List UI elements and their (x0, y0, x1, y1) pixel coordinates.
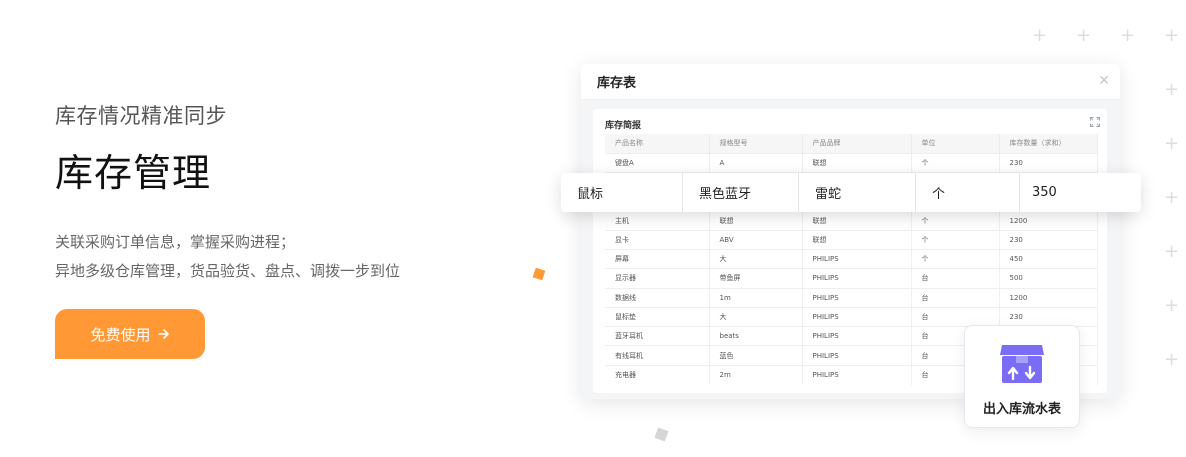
table-cell: PHILIPS (802, 345, 912, 366)
expand-icon[interactable] (1090, 117, 1100, 127)
hero-title: 库存管理 (55, 151, 212, 195)
table-row: 显卡 ABV 联想个 230 (605, 229, 1098, 250)
arrow-right-icon (157, 329, 169, 339)
table-cell: 显卡 (605, 229, 710, 250)
table-cell: 联想 (802, 152, 912, 173)
table-cell: 个 (911, 229, 1000, 250)
stock-flow-label: 出入库流水表 (982, 402, 1061, 417)
table-cell: PHILIPS (802, 287, 912, 308)
table-cell: 大 (709, 306, 803, 327)
highlight-cell-name: 鼠标 (561, 173, 683, 212)
table-cell: 大 (709, 248, 803, 269)
table-cell: 联想 (802, 210, 912, 231)
column-header: 产品名称 (605, 134, 710, 153)
hero-desc-line-2: 异地多级仓库管理，货品验货、盘点、调拨一步到位 (55, 262, 401, 280)
table-cell: 显示器 (605, 268, 710, 289)
table-cell: beats (709, 326, 803, 346)
table-cell: 键盘A (605, 152, 710, 173)
table-cell: PHILIPS (802, 326, 912, 346)
table-cell: 1200 (999, 210, 1098, 231)
table-cell: 台 (911, 306, 1000, 327)
decorative-square-orange (532, 267, 546, 281)
table-row: 鼠标垫大 PHILIPS 台 230 (605, 306, 1098, 327)
table-cell: 联想 (709, 210, 803, 231)
table-cell: PHILIPS (802, 364, 912, 385)
decorative-square-gray (654, 427, 669, 442)
hero-subtitle: 库存情况精准同步 (55, 104, 227, 128)
highlight-cell-spec: 黑色蓝牙 (683, 173, 799, 212)
highlight-cell-qty: 350 (1032, 185, 1057, 200)
table-cell: 鼠标垫 (605, 306, 710, 327)
decorative-plus-icon: + (1164, 295, 1180, 316)
table-cell: ABV (709, 229, 803, 250)
table-cell: 蓝色 (709, 345, 803, 366)
free-trial-button[interactable]: 免费使用 (55, 309, 205, 359)
table-cell: 个 (911, 152, 1000, 173)
free-trial-label: 免费使用 (90, 325, 151, 344)
decorative-plus-icon: + (1164, 187, 1180, 208)
decorative-plus-icon: + (1032, 25, 1048, 46)
decorative-plus-icon: + (1164, 349, 1180, 370)
close-icon[interactable]: ✕ (1098, 73, 1110, 89)
panel-header: 库存表 (581, 64, 1120, 100)
table-cell: 230 (999, 306, 1098, 327)
card-title: 库存简报 (605, 121, 642, 131)
table-cell: 个 (911, 248, 1000, 269)
table-row: 数据线 1m PHILIPS 台 1200 (605, 287, 1098, 308)
decorative-plus-icon: + (1164, 79, 1180, 100)
column-header: 库存数量（求和） (999, 134, 1098, 153)
table-cell: 450 (999, 248, 1098, 269)
table-cell: 230 (999, 229, 1098, 250)
table-cell: 数据线 (605, 287, 710, 308)
column-header: 规格型号 (709, 134, 803, 153)
table-cell: 230 (999, 152, 1098, 173)
table-row: 显示器 带鱼屏 PHILIPS 台 500 (605, 268, 1098, 289)
table-cell: 台 (911, 268, 1000, 289)
panel-title: 库存表 (597, 76, 637, 91)
decorative-plus-icon: + (1164, 133, 1180, 154)
table-cell: 带鱼屏 (709, 268, 803, 289)
table-row: 主机 联想 联想个 1200 (605, 210, 1098, 231)
table-cell: 蓝牙耳机 (605, 326, 710, 346)
table-cell: PHILIPS (802, 306, 912, 327)
table-row: 键盘A A 联想个 230 (605, 152, 1098, 173)
table-cell: PHILIPS (802, 268, 912, 289)
table-cell: A (709, 152, 803, 173)
table-header-row: 产品名称 规格型号 产品品牌 单位 库存数量（求和） (605, 134, 1098, 153)
decorative-plus-icon: + (1076, 25, 1092, 46)
box-transfer-icon (1000, 345, 1044, 383)
table-cell: 充电器 (605, 364, 710, 385)
table-cell: 有线耳机 (605, 345, 710, 366)
table-cell: 500 (999, 268, 1098, 289)
table-cell: 联想 (802, 229, 912, 250)
hero-description: 关联采购订单信息，掌握采购进程； 异地多级仓库管理，货品验货、盘点、调拨一步到位 (55, 228, 400, 286)
decorative-plus-icon: + (1120, 25, 1136, 46)
highlight-cell-unit: 个 (916, 173, 1020, 212)
stock-flow-card[interactable]: 出入库流水表 (964, 325, 1080, 428)
hero-desc-line-1: 关联采购订单信息，掌握采购进程； (55, 233, 296, 251)
column-header: 产品品牌 (802, 134, 912, 153)
column-header: 单位 (911, 134, 1000, 153)
table-cell: 1200 (999, 287, 1098, 308)
decorative-plus-icon: + (1164, 25, 1180, 46)
table-cell: 2m (709, 364, 803, 385)
table-row: 屏幕大 PHILIPS 个 450 (605, 248, 1098, 269)
table-cell: 1m (709, 287, 803, 308)
highlight-cell-brand: 雷蛇 (799, 173, 916, 212)
table-cell: 主机 (605, 210, 710, 231)
highlighted-row[interactable]: 鼠标 黑色蓝牙 雷蛇 个 350 (561, 173, 1141, 212)
table-cell: 个 (911, 210, 1000, 231)
decorative-plus-icon: + (1164, 241, 1180, 262)
table-cell: 台 (911, 287, 1000, 308)
table-cell: PHILIPS (802, 248, 912, 269)
table-cell: 屏幕 (605, 248, 710, 269)
